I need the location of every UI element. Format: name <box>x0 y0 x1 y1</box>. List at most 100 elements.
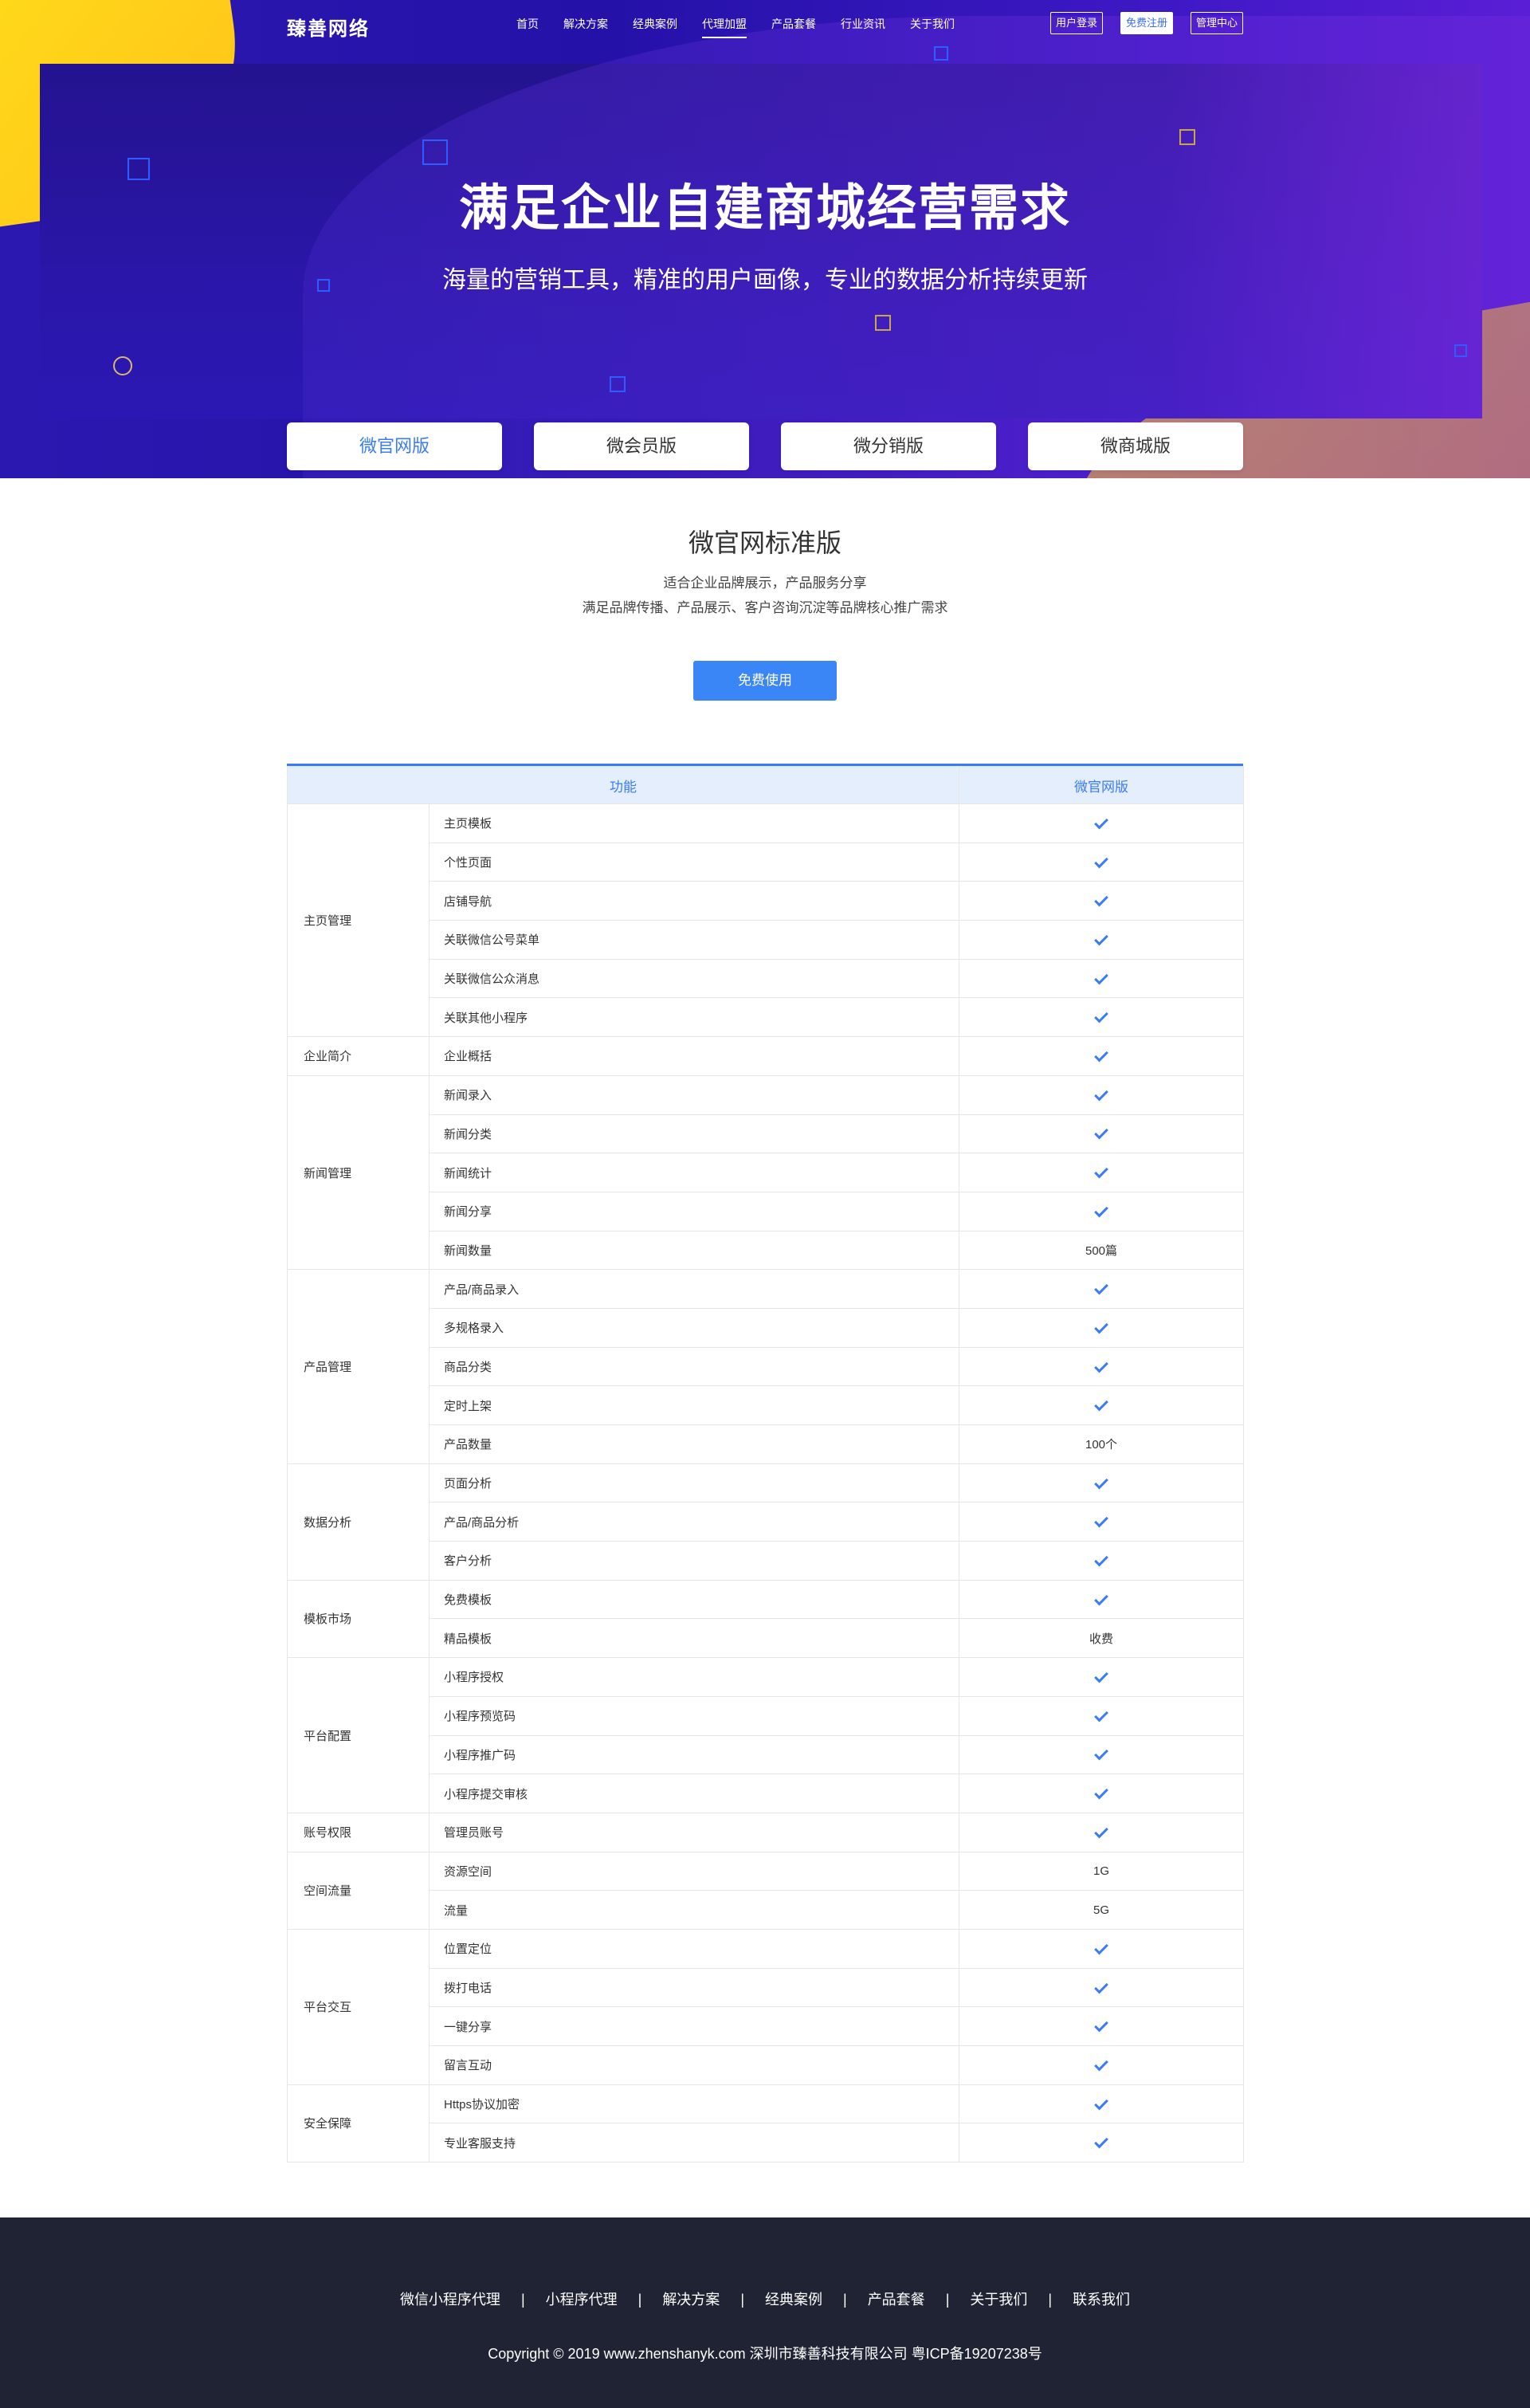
checkmark-icon <box>1094 1591 1108 1605</box>
included-cell <box>959 1812 1244 1852</box>
menu-item-news[interactable]: 行业资讯 <box>841 16 885 37</box>
decor-square <box>610 376 626 392</box>
footer: 微信小程序代理 | 小程序代理 | 解决方案 | 经典案例 | 产品套餐 | 关于我们 | 联系我们 C… <box>0 2217 1530 2408</box>
feature-cell: 免费模板 <box>429 1579 959 1620</box>
menu-item-about[interactable]: 关于我们 <box>910 16 955 37</box>
checkmark-icon <box>1094 2056 1108 2072</box>
included-cell <box>959 1502 1244 1542</box>
logo[interactable]: 臻善网络 <box>287 13 370 41</box>
menu-item-packages[interactable]: 产品套餐 <box>771 16 816 37</box>
feature-cell: 企业概括 <box>429 1036 959 1076</box>
footer-link[interactable]: 关于我们 <box>970 2292 1027 2308</box>
included-cell <box>959 920 1244 960</box>
decor-circle <box>113 356 132 375</box>
decor-square <box>1454 344 1467 357</box>
footer-separator: | <box>843 2292 847 2308</box>
table-row: 关联微信公号菜单 <box>288 920 1244 960</box>
included-cell <box>959 1114 1244 1154</box>
menu-item-cases[interactable]: 经典案例 <box>633 16 677 37</box>
main-menu: 首页 解决方案 经典案例 代理加盟 产品套餐 行业资讯 关于我们 <box>516 16 979 38</box>
checkmark-icon <box>1094 1203 1108 1218</box>
decor-square <box>934 46 948 61</box>
group-name-cell: 产品管理 <box>287 1269 430 1464</box>
included-cell <box>959 1774 1244 1813</box>
footer-link[interactable]: 小程序代理 <box>546 2292 618 2308</box>
checkmark-icon <box>1094 1940 1108 1955</box>
group-name-cell: 空间流量 <box>287 1851 430 1930</box>
table-row: 产品管理 产品/商品录入 <box>287 1269 1244 1464</box>
hero-banner: 臻善网络 首页 解决方案 经典案例 代理加盟 产品套餐 行业资讯 关于我们 用户… <box>0 0 1530 478</box>
hero-decor-fade <box>1163 64 1482 418</box>
tab-micro-mall[interactable]: 微商城版 <box>1028 422 1243 470</box>
tab-micro-member[interactable]: 微会员版 <box>534 422 749 470</box>
footer-link[interactable]: 微信小程序代理 <box>400 2292 500 2308</box>
checkmark-icon <box>1094 1979 1108 1994</box>
table-row: 多规格录入 <box>288 1307 1244 1348</box>
checkmark-icon <box>1094 1008 1108 1023</box>
checkmark-icon <box>1094 1280 1108 1295</box>
table-row: 关联微信公众消息 <box>288 958 1244 999</box>
table-row: 流量 5G <box>288 1890 1244 1930</box>
included-cell <box>959 1967 1244 2008</box>
footer-link[interactable]: 经典案例 <box>765 2292 822 2308</box>
checkmark-icon <box>1094 1358 1108 1373</box>
group-name-cell: 数据分析 <box>287 1463 430 1581</box>
register-button[interactable]: 免费注册 <box>1120 12 1173 34</box>
included-cell <box>959 1657 1244 1697</box>
table-row: 新闻分享 <box>288 1191 1244 1231</box>
free-use-button[interactable]: 免费使用 <box>693 661 837 701</box>
footer-link[interactable]: 产品套餐 <box>868 2292 925 2308</box>
table-header-row: 功能 微官网版 <box>287 766 1244 804</box>
checkmark-icon <box>1094 2096 1108 2110</box>
included-cell <box>959 1385 1244 1425</box>
intro-description: 适合企业品牌展示，产品服务分享 满足品牌传播、产品展示、客户咨询沉淀等品牌核心推… <box>0 571 1530 620</box>
feature-cell: 小程序预览码 <box>429 1695 959 1736</box>
included-cell <box>959 1541 1244 1581</box>
checkmark-icon <box>1094 970 1108 984</box>
footer-link[interactable]: 联系我们 <box>1073 2292 1130 2308</box>
feature-cell: 客户分析 <box>429 1541 959 1581</box>
checkmark-icon <box>1094 1047 1108 1063</box>
group-name-cell: 新闻管理 <box>287 1074 430 1271</box>
checkmark-icon <box>1094 1746 1108 1761</box>
menu-item-home[interactable]: 首页 <box>516 16 539 37</box>
feature-cell: 产品/商品分析 <box>429 1502 959 1542</box>
table-row: 产品/商品分析 <box>288 1502 1244 1542</box>
top-nav: 臻善网络 首页 解决方案 经典案例 代理加盟 产品套餐 行业资讯 关于我们 用户… <box>287 0 1243 48</box>
feature-cell: 产品数量 <box>429 1424 959 1464</box>
included-cell <box>959 1191 1244 1231</box>
included-cell <box>959 1074 1244 1115</box>
table-row: 小程序提交审核 <box>288 1774 1244 1813</box>
menu-item-solutions[interactable]: 解决方案 <box>563 16 608 37</box>
checkmark-icon <box>1094 1125 1108 1140</box>
decor-square <box>875 315 891 331</box>
included-cell <box>959 2045 1244 2085</box>
login-button[interactable]: 用户登录 <box>1049 12 1103 34</box>
footer-copyright: Copyright © 2019 www.zhenshanyk.com 深圳市臻… <box>488 2346 1042 2362</box>
checkmark-icon <box>1094 1668 1108 1683</box>
tab-micro-distribution[interactable]: 微分销版 <box>781 422 996 470</box>
table-row: 定时上架 <box>288 1385 1244 1425</box>
footer-links: 微信小程序代理 | 小程序代理 | 解决方案 | 经典案例 | 产品套餐 | 关于我们 | 联系我们 <box>0 2288 1530 2309</box>
checkmark-icon <box>1094 1396 1108 1412</box>
admin-center-button[interactable]: 管理中心 <box>1190 12 1243 34</box>
table-row: 小程序推广码 <box>288 1734 1244 1775</box>
feature-cell: 定时上架 <box>429 1385 959 1425</box>
feature-cell: 小程序授权 <box>429 1657 959 1697</box>
table-row: 企业简介 企业概括 <box>287 1036 1244 1076</box>
group-name-cell: 企业简介 <box>287 1036 430 1076</box>
header-feature: 功能 <box>287 766 959 804</box>
table-row: 空间流量 资源空间 1G <box>287 1851 1244 1930</box>
table-row: 精品模板 收费 <box>288 1618 1244 1659</box>
table-row: 个性页面 <box>288 842 1244 882</box>
included-cell <box>959 1269 1244 1309</box>
intro-title: 微官网标准版 <box>688 528 842 557</box>
menu-item-agency[interactable]: 代理加盟 <box>702 16 747 38</box>
included-cell <box>959 2006 1244 2046</box>
table-row: 店铺导航 <box>288 881 1244 921</box>
group-name-cell: 主页管理 <box>287 803 430 1038</box>
tab-micro-site[interactable]: 微官网版 <box>287 422 502 470</box>
footer-link[interactable]: 解决方案 <box>662 2292 720 2308</box>
table-row: 客户分析 <box>288 1541 1244 1581</box>
value-cell: 500篇 <box>959 1230 1244 1271</box>
